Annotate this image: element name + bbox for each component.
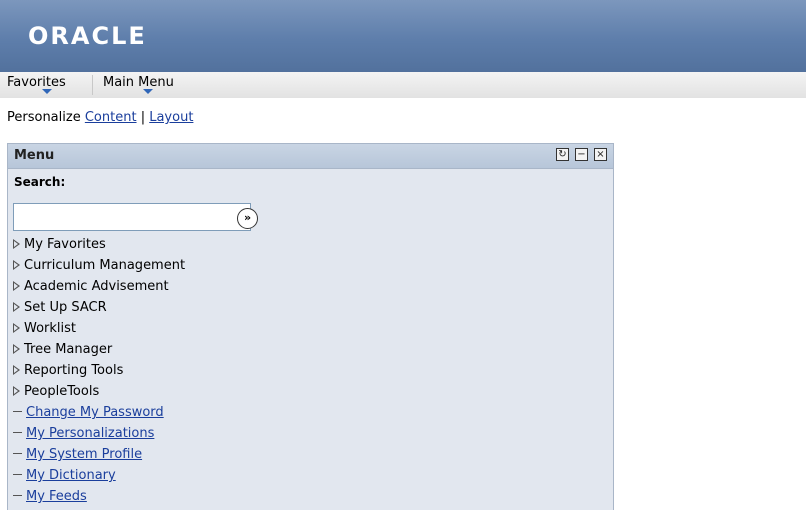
- change-password-link[interactable]: Change My Password: [26, 405, 164, 420]
- menu-pagelet: Menu ↻ − × Search: » My Favorites Curric…: [7, 143, 614, 510]
- close-icon[interactable]: ×: [594, 148, 607, 161]
- menu-link-item: My Dictionary: [13, 465, 185, 486]
- folder-label: Tree Manager: [24, 342, 113, 357]
- my-feeds-link[interactable]: My Feeds: [26, 489, 87, 504]
- expand-triangle-icon: [13, 239, 20, 249]
- menu-link-item: Change My Password: [13, 402, 185, 423]
- dash-icon: [13, 474, 22, 475]
- refresh-icon[interactable]: ↻: [556, 148, 569, 161]
- menu-folder[interactable]: Set Up SACR: [13, 297, 185, 318]
- menu-folder[interactable]: Tree Manager: [13, 339, 185, 360]
- menu-link-item: My Feeds: [13, 486, 185, 507]
- expand-triangle-icon: [13, 302, 20, 312]
- dash-icon: [13, 495, 22, 496]
- personalize-separator: |: [140, 110, 146, 125]
- minimize-icon[interactable]: −: [575, 148, 588, 161]
- menu-folder[interactable]: Reporting Tools: [13, 360, 185, 381]
- expand-triangle-icon: [13, 281, 20, 291]
- my-system-profile-link[interactable]: My System Profile: [26, 447, 142, 462]
- folder-label: Curriculum Management: [24, 258, 186, 273]
- menu-folder[interactable]: Curriculum Management: [13, 255, 185, 276]
- folder-label: My Favorites: [24, 237, 106, 252]
- chevron-down-icon[interactable]: [42, 89, 52, 94]
- nav-bar: Favorites Main Menu: [0, 72, 806, 98]
- layout-link[interactable]: Layout: [149, 110, 193, 125]
- menu-folder[interactable]: My Favorites: [13, 234, 185, 255]
- menu-list: My Favorites Curriculum Management Acade…: [13, 234, 185, 507]
- search-input[interactable]: [13, 203, 251, 231]
- content-link[interactable]: Content: [85, 110, 137, 125]
- expand-triangle-icon: [13, 260, 20, 270]
- folder-label: Worklist: [24, 321, 77, 336]
- menu-link-item: My Personalizations: [13, 423, 185, 444]
- header-banner: ORACLE: [0, 0, 806, 72]
- pagelet-title: Menu: [14, 148, 55, 163]
- dash-icon: [13, 453, 22, 454]
- menu-folder[interactable]: Academic Advisement: [13, 276, 185, 297]
- dash-icon: [13, 411, 22, 412]
- personalize-label: Personalize: [7, 110, 81, 125]
- nav-main-menu[interactable]: Main Menu: [103, 75, 174, 90]
- folder-label: PeopleTools: [24, 384, 100, 399]
- menu-folder[interactable]: PeopleTools: [13, 381, 185, 402]
- folder-label: Reporting Tools: [24, 363, 124, 378]
- expand-triangle-icon: [13, 386, 20, 396]
- search-go-icon[interactable]: »: [237, 208, 258, 229]
- folder-label: Set Up SACR: [24, 300, 107, 315]
- personalize-bar: Personalize Content | Layout: [7, 110, 193, 125]
- expand-triangle-icon: [13, 344, 20, 354]
- oracle-logo: ORACLE: [28, 22, 147, 50]
- nav-divider: [92, 75, 93, 95]
- search-label: Search:: [14, 175, 66, 189]
- menu-folder[interactable]: Worklist: [13, 318, 185, 339]
- expand-triangle-icon: [13, 323, 20, 333]
- menu-link-item: My System Profile: [13, 444, 185, 465]
- dash-icon: [13, 432, 22, 433]
- pagelet-header: Menu ↻ − ×: [8, 144, 613, 169]
- my-personalizations-link[interactable]: My Personalizations: [26, 426, 154, 441]
- nav-favorites[interactable]: Favorites: [7, 75, 66, 90]
- chevron-down-icon[interactable]: [143, 89, 153, 94]
- my-dictionary-link[interactable]: My Dictionary: [26, 468, 116, 483]
- expand-triangle-icon: [13, 365, 20, 375]
- folder-label: Academic Advisement: [24, 279, 169, 294]
